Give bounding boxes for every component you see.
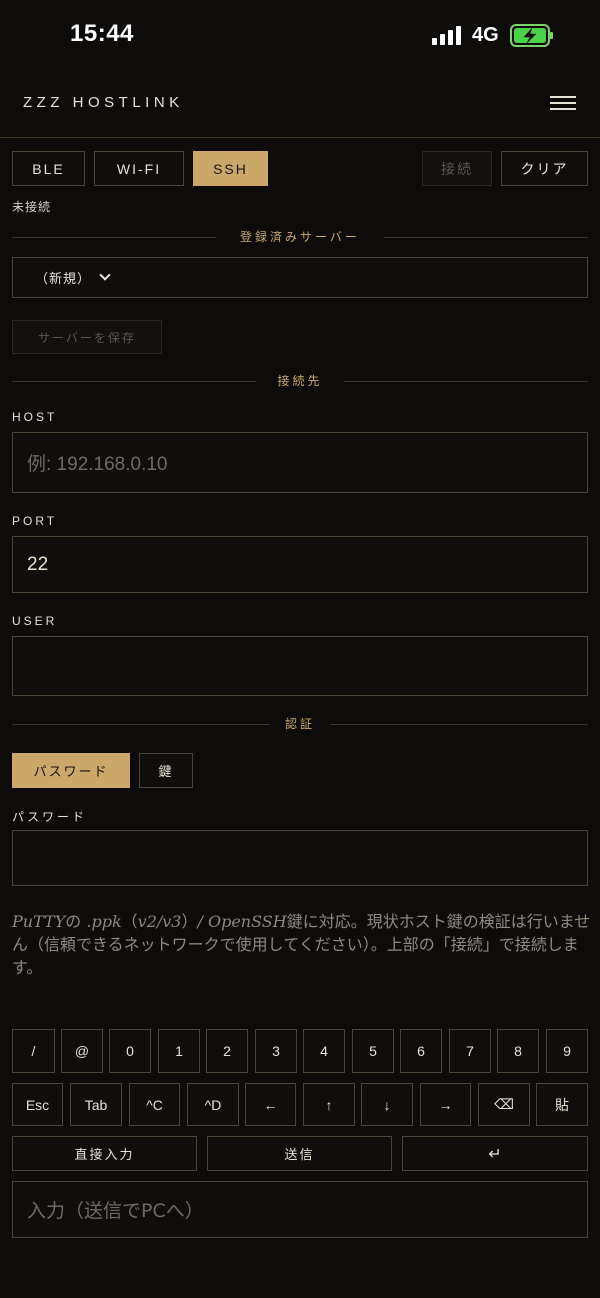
- key-paste[interactable]: 貼: [536, 1083, 588, 1126]
- saved-server-select[interactable]: （新規）: [12, 257, 588, 298]
- connection-status: 未接続: [12, 200, 52, 214]
- key-ctrl-d[interactable]: ^D: [187, 1083, 239, 1126]
- tab-password[interactable]: パスワード: [12, 753, 130, 788]
- key-slash[interactable]: /: [12, 1029, 55, 1073]
- key-6[interactable]: 6: [400, 1029, 442, 1073]
- key-1[interactable]: 1: [158, 1029, 200, 1073]
- key-ctrl-c[interactable]: ^C: [129, 1083, 180, 1126]
- status-bar: 15:44 4G: [0, 0, 600, 72]
- saved-server-selected: （新規）: [35, 272, 92, 287]
- key-7[interactable]: 7: [449, 1029, 491, 1073]
- key-0[interactable]: 0: [109, 1029, 151, 1073]
- note-text-3: ）: [181, 912, 198, 931]
- status-time: 15:44: [70, 20, 134, 47]
- key-4[interactable]: 4: [303, 1029, 345, 1073]
- key-esc[interactable]: Esc: [12, 1083, 63, 1126]
- tab-wifi[interactable]: WI-FI: [94, 151, 184, 186]
- key-at[interactable]: @: [61, 1029, 103, 1073]
- note-text-2: （: [121, 912, 138, 931]
- tab-ssh[interactable]: SSH: [193, 151, 268, 186]
- arrow-up-icon[interactable]: ↑: [303, 1083, 355, 1126]
- note-versions: v2/v3: [137, 912, 182, 931]
- auth-divider: 認証: [12, 715, 588, 735]
- host-input[interactable]: 例: 192.168.0.10: [12, 432, 588, 493]
- hamburger-menu-icon[interactable]: [550, 96, 576, 112]
- key-2[interactable]: 2: [206, 1029, 248, 1073]
- saved-servers-heading: 登録済みサーバー: [240, 230, 360, 244]
- user-label: USER: [12, 614, 58, 628]
- key-8[interactable]: 8: [497, 1029, 539, 1073]
- send-text-input[interactable]: 入力（送信でPCへ）: [12, 1181, 588, 1238]
- note-openssh: / OpenSSH: [197, 912, 287, 931]
- host-label: HOST: [12, 410, 58, 424]
- tab-ble[interactable]: BLE: [12, 151, 85, 186]
- note-putty: PuTTY: [12, 912, 66, 931]
- key-3[interactable]: 3: [255, 1029, 297, 1073]
- clear-button[interactable]: クリア: [501, 151, 588, 186]
- app-header: ZZZ HOSTLINK: [0, 72, 600, 138]
- arrow-left-icon[interactable]: ←: [245, 1083, 296, 1126]
- battery-charging-icon: [510, 24, 553, 47]
- tab-key[interactable]: 鍵: [139, 753, 193, 788]
- send-button[interactable]: 送信: [207, 1136, 392, 1171]
- destination-divider: 接続先: [12, 372, 588, 392]
- password-input[interactable]: [12, 830, 588, 886]
- enter-icon[interactable]: ↵: [402, 1136, 588, 1171]
- key-tab[interactable]: Tab: [70, 1083, 122, 1126]
- network-type: 4G: [472, 24, 499, 46]
- save-server-button[interactable]: サーバーを保存: [12, 320, 162, 354]
- connect-button[interactable]: 接続: [422, 151, 492, 186]
- note-text-1: の: [65, 912, 87, 931]
- host-placeholder: 例: 192.168.0.10: [27, 454, 168, 475]
- port-value: 22: [27, 553, 49, 575]
- key-support-note: PuTTYの .ppk（v2/v3）/ OpenSSH鍵に対応。現状ホスト鍵の検…: [12, 910, 592, 979]
- auth-heading: 認証: [284, 717, 315, 731]
- backspace-icon[interactable]: ⌫: [478, 1083, 530, 1126]
- user-input[interactable]: [12, 636, 588, 696]
- port-label: PORT: [12, 514, 58, 528]
- chevron-down-icon: [99, 269, 111, 281]
- arrow-down-icon[interactable]: ↓: [361, 1083, 413, 1126]
- send-input-placeholder: 入力（送信でPCへ）: [27, 1200, 204, 1222]
- arrow-right-icon[interactable]: →: [420, 1083, 471, 1126]
- password-label: パスワード: [12, 810, 88, 824]
- cellular-signal-icon: [432, 26, 462, 45]
- note-ppk: .ppk: [86, 912, 122, 931]
- key-5[interactable]: 5: [352, 1029, 394, 1073]
- port-input[interactable]: 22: [12, 536, 588, 593]
- destination-heading: 接続先: [277, 374, 323, 388]
- saved-servers-divider: 登録済みサーバー: [12, 228, 588, 248]
- direct-input-button[interactable]: 直接入力: [12, 1136, 197, 1171]
- key-9[interactable]: 9: [546, 1029, 588, 1073]
- app-title: ZZZ HOSTLINK: [23, 94, 184, 111]
